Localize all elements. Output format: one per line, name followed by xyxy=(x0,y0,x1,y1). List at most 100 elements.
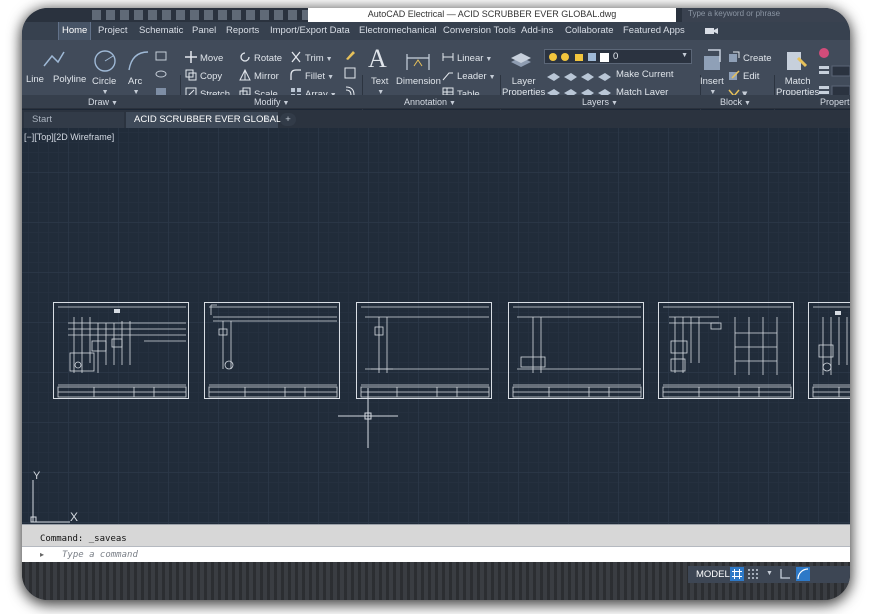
search-input[interactable]: Type a keyword or phrase xyxy=(682,8,850,22)
tab-panel[interactable]: Panel xyxy=(189,22,219,40)
block-panel-label[interactable]: Block ▼ xyxy=(720,95,751,109)
close-icon[interactable]: × xyxy=(264,112,270,128)
chevron-down-icon: ▼ xyxy=(111,100,118,107)
chevron-down-icon: ▼ xyxy=(611,100,618,107)
leader-label: Leader xyxy=(457,71,487,82)
layers-panel-label[interactable]: Layers ▼ xyxy=(582,95,618,109)
create-label: Create xyxy=(743,53,772,64)
draw-panel-label[interactable]: Draw ▼ xyxy=(88,95,118,109)
layer-properties-label-1: Layer xyxy=(511,76,536,87)
annotation-panel-title: Annotation xyxy=(404,97,448,107)
trim-label: Trim xyxy=(305,53,324,64)
linear-button[interactable]: Linear ▼ xyxy=(442,51,492,66)
tab-start[interactable]: Start xyxy=(24,112,124,128)
move-label: Move xyxy=(200,53,224,64)
layer-state-icons xyxy=(549,53,596,61)
schematic-sheet-drawing xyxy=(812,306,850,398)
copy-label: Copy xyxy=(200,71,223,82)
snap-icon[interactable] xyxy=(746,567,760,581)
command-history-text: Command: _saveas xyxy=(40,534,127,544)
chevron-down-icon: ▼ xyxy=(681,52,688,59)
arc-icon xyxy=(128,51,149,71)
make-current-button[interactable]: Make Current xyxy=(616,69,674,81)
grid-icon[interactable] xyxy=(730,567,744,581)
arc-label: Arc xyxy=(128,76,143,87)
ribbon-panel-labels: Draw ▼ Modify ▼ Annotation ▼ Layers ▼ Block ▼… xyxy=(22,95,850,109)
drawing-canvas[interactable]: [−][Top][2D Wireframe] Y X xyxy=(22,128,850,524)
model-space-button[interactable]: MODEL xyxy=(694,568,732,581)
layer-color-swatch xyxy=(600,53,609,62)
text-label: Text xyxy=(371,76,389,87)
tab-add-ins[interactable]: Add-ins xyxy=(518,22,556,40)
tab-reports[interactable]: Reports xyxy=(223,22,262,40)
command-input[interactable] xyxy=(62,548,762,561)
command-line: ▸ xyxy=(22,546,850,562)
layer-dropdown[interactable]: 0 ▼ xyxy=(544,49,692,64)
create-block-icon xyxy=(729,51,740,62)
circle-label: Circle xyxy=(92,76,117,87)
viewport-controls[interactable]: [−][Top][2D Wireframe] xyxy=(24,132,114,142)
draw-panel-title: Draw xyxy=(88,97,110,107)
rotate-label: Rotate xyxy=(254,53,282,64)
copy-button[interactable]: Copy xyxy=(185,69,222,83)
modify-panel-label[interactable]: Modify ▼ xyxy=(254,95,289,109)
command-options-icon[interactable]: ▸ xyxy=(40,550,54,560)
tab-acid-scrubber-drawing[interactable]: ACID SCRUBBER EVER GLOBAL* × xyxy=(126,112,285,128)
schematic-sheet-drawing xyxy=(512,306,642,398)
video-icon[interactable] xyxy=(704,26,720,36)
tab-conversion-tools[interactable]: Conversion Tools xyxy=(440,22,519,40)
polar-tracking-icon[interactable] xyxy=(796,567,810,581)
polyline-button[interactable]: Polyline xyxy=(53,74,86,85)
layer-properties-icon xyxy=(511,53,531,67)
mirror-label: Mirror xyxy=(254,71,279,82)
tab-home[interactable]: Home xyxy=(58,22,92,40)
crosshair-cursor xyxy=(338,388,398,448)
chevron-down-icon: ▼ xyxy=(744,100,751,107)
schematic-sheet-drawing xyxy=(208,304,338,398)
properties-panel-label[interactable]: Properties xyxy=(820,95,850,109)
fillet-label: Fillet xyxy=(305,71,326,82)
ortho-icon[interactable] xyxy=(778,567,792,581)
fillet-button[interactable]: Fillet ▼ xyxy=(290,69,334,84)
move-icon xyxy=(185,51,197,63)
edit-block-icon xyxy=(729,70,740,80)
tab-project[interactable]: Project xyxy=(95,22,131,40)
insert-label: Insert xyxy=(700,76,724,87)
erase-icon[interactable] xyxy=(344,49,356,61)
tab-collaborate[interactable]: Collaborate xyxy=(562,22,617,40)
modify-panel-title: Modify xyxy=(254,97,281,107)
status-bar-tools: MODEL ▼ xyxy=(688,566,850,583)
dimension-button[interactable]: Dimension xyxy=(396,76,441,87)
chevron-down-icon[interactable]: ▼ xyxy=(766,570,773,577)
schematic-sheet[interactable] xyxy=(808,302,850,399)
mirror-icon xyxy=(239,68,251,81)
chevron-down-icon: ▼ xyxy=(282,100,290,107)
schematic-sheet[interactable] xyxy=(53,302,189,399)
rotate-button[interactable]: Rotate xyxy=(239,51,282,65)
quick-access-toolbar[interactable] xyxy=(92,10,322,20)
line-button[interactable]: Line xyxy=(26,74,44,85)
leader-button[interactable]: Leader ▼ xyxy=(442,69,496,84)
schematic-sheet[interactable] xyxy=(356,302,492,399)
status-bar: MODEL ▼ xyxy=(22,562,850,600)
move-button[interactable]: Move xyxy=(185,51,223,65)
edit-block-button[interactable]: Edit xyxy=(728,69,759,83)
schematic-sheet[interactable] xyxy=(204,302,340,399)
explode-icon[interactable] xyxy=(344,67,356,79)
schematic-sheet[interactable] xyxy=(658,302,794,399)
window-title: AutoCAD Electrical — ACID SCRUBBER EVER … xyxy=(308,8,676,22)
tab-featured-apps[interactable]: Featured Apps xyxy=(620,22,688,40)
tab-schematic[interactable]: Schematic xyxy=(136,22,186,40)
new-tab-button[interactable]: + xyxy=(280,113,296,126)
circle-icon xyxy=(94,50,116,72)
mirror-button[interactable]: Mirror xyxy=(239,68,279,83)
insert-block-icon xyxy=(704,49,721,70)
schematic-sheet-drawing xyxy=(360,306,490,398)
annotation-panel-label[interactable]: Annotation ▼ xyxy=(404,95,456,109)
tab-electromechanical[interactable]: Electromechanical xyxy=(356,22,440,40)
create-block-button[interactable]: Create xyxy=(728,51,772,65)
ribbon-tab-bar: Home Project Schematic Panel Reports Imp… xyxy=(22,22,850,40)
tab-import-export-data[interactable]: Import/Export Data xyxy=(267,22,353,40)
schematic-sheet[interactable] xyxy=(508,302,644,399)
trim-button[interactable]: Trim ▼ xyxy=(290,51,333,66)
